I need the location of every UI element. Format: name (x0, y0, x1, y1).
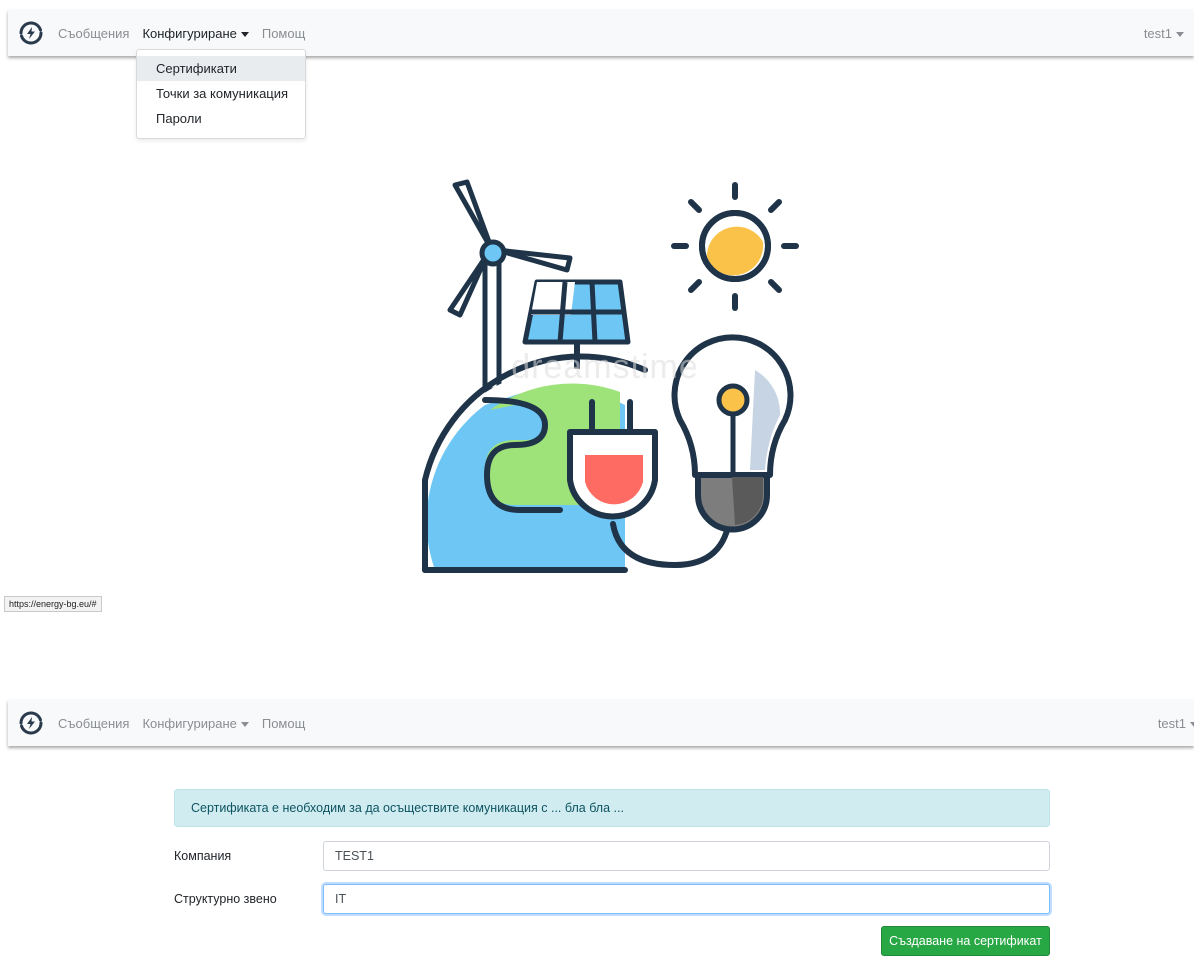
nav-messages[interactable]: Съобщения (58, 26, 129, 41)
user-menu[interactable]: test1 (1144, 26, 1184, 41)
dropdown-item-certificates[interactable]: Сертификати (137, 56, 305, 81)
user-name: test1 (1157, 715, 1186, 731)
user-menu[interactable]: test1 (1158, 716, 1194, 731)
caret-down-icon (240, 721, 249, 727)
nav-messages[interactable]: Съобщения (58, 716, 129, 731)
company-label: Компания (174, 849, 232, 863)
dropdown-item-communication-points[interactable]: Точки за комуникация (137, 81, 305, 106)
caret-down-icon (1176, 31, 1184, 37)
nav-help[interactable]: Помощ (262, 26, 305, 41)
nav-help[interactable]: Помощ (262, 716, 305, 731)
nav-configuration-label: Конфигуриране (142, 715, 237, 731)
logo-icon[interactable] (18, 710, 44, 736)
company-input[interactable] (323, 841, 1050, 871)
bottom-navbar: Съобщения Конфигуриране Помощ test1 (8, 700, 1194, 746)
dropdown-item-passwords[interactable]: Пароли (137, 106, 305, 131)
nav-configuration[interactable]: Конфигуриране (142, 715, 249, 731)
nav-configuration[interactable]: Конфигуриране (142, 25, 249, 41)
user-name: test1 (1143, 25, 1172, 41)
info-alert: Сертификата е необходим за да осъществит… (174, 789, 1050, 827)
energy-illustration: dreamstime (395, 170, 815, 580)
caret-down-icon (240, 31, 249, 37)
unit-label: Структурно звено (174, 892, 277, 906)
status-bar-url: https://energy-bg.eu/# (4, 596, 102, 612)
unit-input[interactable] (323, 884, 1050, 914)
logo-icon[interactable] (18, 20, 44, 46)
configuration-dropdown: Сертификати Точки за комуникация Пароли (136, 49, 306, 139)
caret-down-icon (1190, 721, 1194, 727)
create-certificate-button[interactable]: Създаване на сертификат (881, 926, 1050, 956)
watermark-text: dreamstime (511, 348, 699, 386)
nav-configuration-label: Конфигуриране (142, 25, 237, 41)
